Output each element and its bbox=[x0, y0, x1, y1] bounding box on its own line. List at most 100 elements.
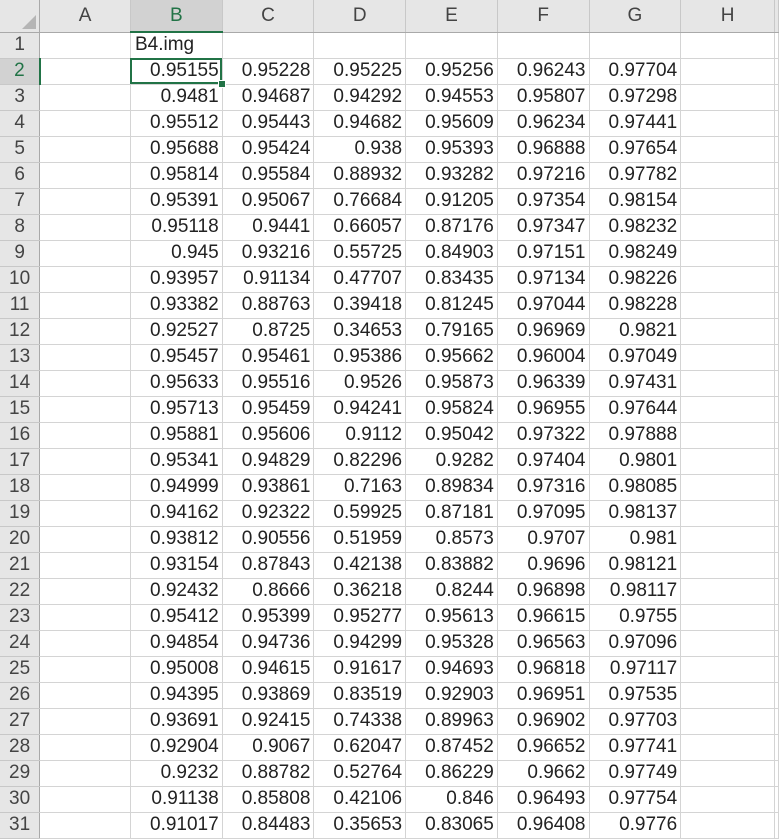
cell-d2[interactable]: 0.95225 bbox=[313, 58, 407, 85]
cell-c26[interactable]: 0.93869 bbox=[222, 682, 315, 709]
column-header-f[interactable]: F bbox=[497, 0, 590, 33]
cell-g20[interactable]: 0.981 bbox=[589, 526, 682, 553]
cell-d1[interactable] bbox=[313, 32, 407, 59]
row-header-28[interactable]: 28 bbox=[0, 734, 41, 761]
cell-g9[interactable]: 0.98249 bbox=[589, 240, 682, 267]
cell-c19[interactable]: 0.92322 bbox=[222, 500, 315, 527]
cell-c29[interactable]: 0.88782 bbox=[222, 760, 315, 787]
row-header-22[interactable]: 22 bbox=[0, 578, 41, 605]
cell-e13[interactable]: 0.95662 bbox=[405, 344, 498, 371]
cell-filler[interactable] bbox=[774, 370, 779, 397]
cell-d10[interactable]: 0.47707 bbox=[313, 266, 407, 293]
cell-filler[interactable] bbox=[774, 656, 779, 683]
cell-d13[interactable]: 0.95386 bbox=[313, 344, 407, 371]
cell-e17[interactable]: 0.9282 bbox=[405, 448, 498, 475]
cell-h13[interactable] bbox=[680, 344, 775, 371]
cell-e28[interactable]: 0.87452 bbox=[405, 734, 498, 761]
cell-h4[interactable] bbox=[680, 110, 775, 137]
cell-filler[interactable] bbox=[774, 682, 779, 709]
cell-filler[interactable] bbox=[774, 188, 779, 215]
cell-c25[interactable]: 0.94615 bbox=[222, 656, 315, 683]
cell-c27[interactable]: 0.92415 bbox=[222, 708, 315, 735]
cell-c3[interactable]: 0.94687 bbox=[222, 84, 315, 111]
cell-h9[interactable] bbox=[680, 240, 775, 267]
row-header-7[interactable]: 7 bbox=[0, 188, 41, 215]
cell-h16[interactable] bbox=[680, 422, 775, 449]
cell-h27[interactable] bbox=[680, 708, 775, 735]
cell-g21[interactable]: 0.98121 bbox=[589, 552, 682, 579]
cell-g1[interactable] bbox=[589, 32, 682, 59]
cell-d28[interactable]: 0.62047 bbox=[313, 734, 407, 761]
column-header-g[interactable]: G bbox=[589, 0, 682, 33]
cell-a1[interactable] bbox=[39, 32, 131, 59]
row-header-17[interactable]: 17 bbox=[0, 448, 41, 475]
cell-g31[interactable]: 0.9776 bbox=[589, 812, 682, 839]
cell-f27[interactable]: 0.96902 bbox=[497, 708, 590, 735]
cell-f22[interactable]: 0.96898 bbox=[497, 578, 590, 605]
cell-f1[interactable] bbox=[497, 32, 590, 59]
row-header-25[interactable]: 25 bbox=[0, 656, 41, 683]
cell-a15[interactable] bbox=[39, 396, 131, 423]
cell-g14[interactable]: 0.97431 bbox=[589, 370, 682, 397]
row-header-19[interactable]: 19 bbox=[0, 500, 41, 527]
cell-a10[interactable] bbox=[39, 266, 131, 293]
cell-g19[interactable]: 0.98137 bbox=[589, 500, 682, 527]
fill-handle[interactable] bbox=[217, 79, 226, 88]
cell-a4[interactable] bbox=[39, 110, 131, 137]
cell-e18[interactable]: 0.89834 bbox=[405, 474, 498, 501]
cell-a14[interactable] bbox=[39, 370, 131, 397]
cell-d6[interactable]: 0.88932 bbox=[313, 162, 407, 189]
cell-d25[interactable]: 0.91617 bbox=[313, 656, 407, 683]
row-header-8[interactable]: 8 bbox=[0, 214, 41, 241]
cell-a29[interactable] bbox=[39, 760, 131, 787]
cell-e25[interactable]: 0.94693 bbox=[405, 656, 498, 683]
cell-h28[interactable] bbox=[680, 734, 775, 761]
cell-b5[interactable]: 0.95688 bbox=[130, 136, 223, 163]
cell-c12[interactable]: 0.8725 bbox=[222, 318, 315, 345]
cell-c9[interactable]: 0.93216 bbox=[222, 240, 315, 267]
cell-d27[interactable]: 0.74338 bbox=[313, 708, 407, 735]
row-header-24[interactable]: 24 bbox=[0, 630, 41, 657]
cell-filler[interactable] bbox=[774, 630, 779, 657]
cell-h19[interactable] bbox=[680, 500, 775, 527]
cell-b19[interactable]: 0.94162 bbox=[130, 500, 223, 527]
cell-d26[interactable]: 0.83519 bbox=[313, 682, 407, 709]
cell-a9[interactable] bbox=[39, 240, 131, 267]
cell-f6[interactable]: 0.97216 bbox=[497, 162, 590, 189]
cell-filler[interactable] bbox=[774, 552, 779, 579]
cell-h31[interactable] bbox=[680, 812, 775, 839]
cell-g13[interactable]: 0.97049 bbox=[589, 344, 682, 371]
row-header-16[interactable]: 16 bbox=[0, 422, 41, 449]
row-header-12[interactable]: 12 bbox=[0, 318, 41, 345]
cell-f8[interactable]: 0.97347 bbox=[497, 214, 590, 241]
row-header-30[interactable]: 30 bbox=[0, 786, 41, 813]
cell-filler[interactable] bbox=[774, 578, 779, 605]
cell-e6[interactable]: 0.93282 bbox=[405, 162, 498, 189]
cell-b29[interactable]: 0.9232 bbox=[130, 760, 223, 787]
cell-c30[interactable]: 0.85808 bbox=[222, 786, 315, 813]
cell-c4[interactable]: 0.95443 bbox=[222, 110, 315, 137]
row-header-9[interactable]: 9 bbox=[0, 240, 41, 267]
cell-f19[interactable]: 0.97095 bbox=[497, 500, 590, 527]
cell-g26[interactable]: 0.97535 bbox=[589, 682, 682, 709]
cell-c23[interactable]: 0.95399 bbox=[222, 604, 315, 631]
cell-h21[interactable] bbox=[680, 552, 775, 579]
cell-h22[interactable] bbox=[680, 578, 775, 605]
cell-f5[interactable]: 0.96888 bbox=[497, 136, 590, 163]
cell-e12[interactable]: 0.79165 bbox=[405, 318, 498, 345]
cell-h2[interactable] bbox=[680, 58, 775, 85]
cell-h26[interactable] bbox=[680, 682, 775, 709]
cell-b7[interactable]: 0.95391 bbox=[130, 188, 223, 215]
cell-filler[interactable] bbox=[774, 474, 779, 501]
cell-a2[interactable] bbox=[39, 58, 131, 85]
cell-e11[interactable]: 0.81245 bbox=[405, 292, 498, 319]
cell-g22[interactable]: 0.98117 bbox=[589, 578, 682, 605]
cell-c31[interactable]: 0.84483 bbox=[222, 812, 315, 839]
cell-g17[interactable]: 0.9801 bbox=[589, 448, 682, 475]
cell-h25[interactable] bbox=[680, 656, 775, 683]
cell-d24[interactable]: 0.94299 bbox=[313, 630, 407, 657]
cell-g10[interactable]: 0.98226 bbox=[589, 266, 682, 293]
cell-b20[interactable]: 0.93812 bbox=[130, 526, 223, 553]
cell-d11[interactable]: 0.39418 bbox=[313, 292, 407, 319]
row-header-29[interactable]: 29 bbox=[0, 760, 41, 787]
